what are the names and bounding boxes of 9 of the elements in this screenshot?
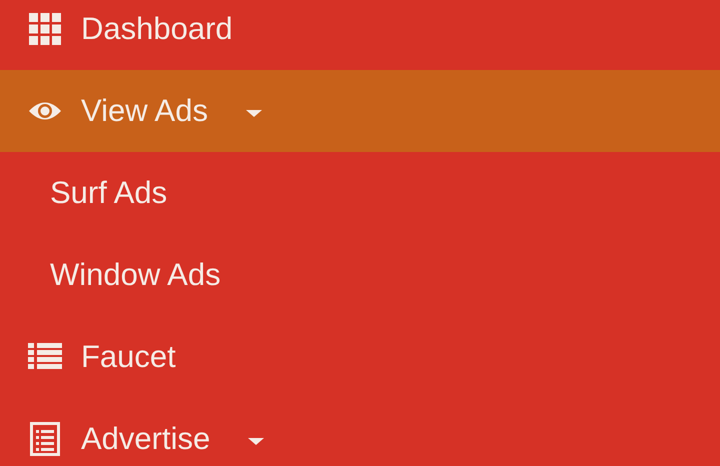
menu-item[interactable]: View Ads bbox=[0, 70, 720, 152]
caret-icon bbox=[246, 110, 262, 116]
grid-icon bbox=[28, 13, 62, 45]
list-icon bbox=[28, 343, 62, 371]
document-icon bbox=[28, 422, 62, 456]
eye-icon bbox=[28, 100, 62, 122]
submenu-item[interactable]: Surf Ads bbox=[0, 152, 720, 234]
caret-icon bbox=[248, 438, 264, 444]
submenu-item[interactable]: Window Ads bbox=[0, 234, 720, 316]
